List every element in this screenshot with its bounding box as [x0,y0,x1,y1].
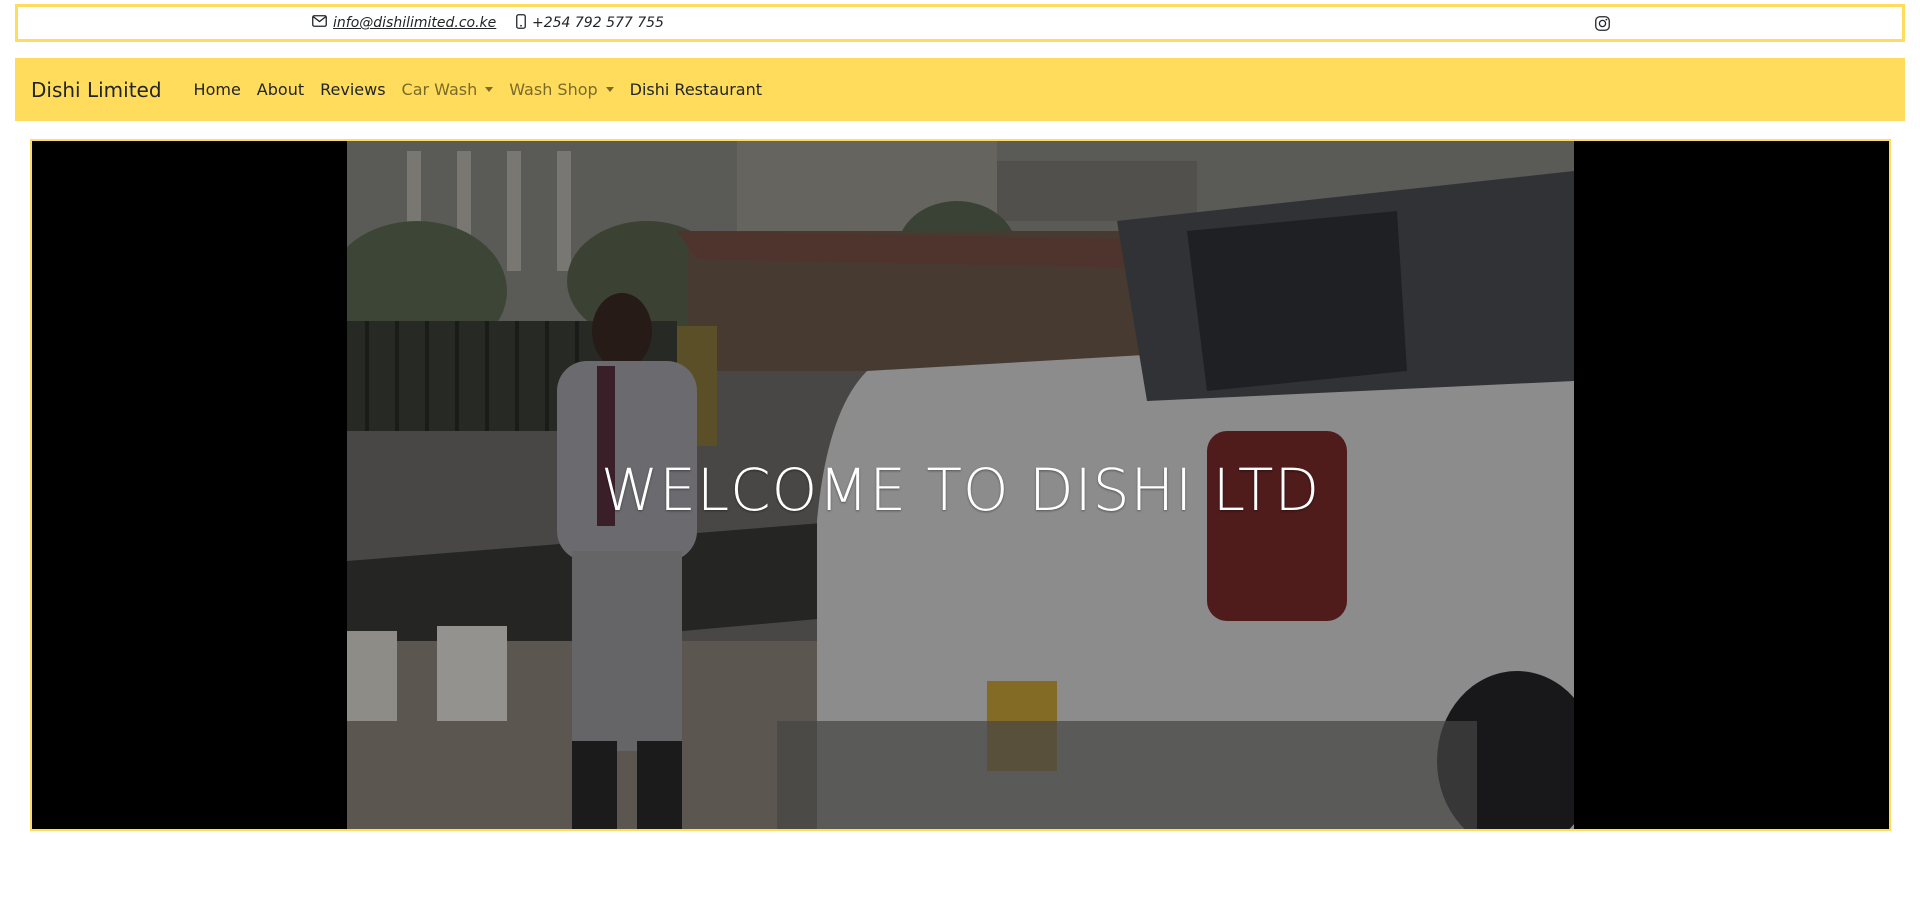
chevron-down-icon [485,87,494,92]
chevron-down-icon [605,87,614,92]
envelope-icon [312,15,327,31]
nav-wash-shop-dropdown[interactable]: Wash Shop [501,80,621,99]
instagram-icon[interactable] [1595,7,1610,39]
nav-reviews[interactable]: Reviews [312,80,393,99]
phone-icon [516,13,526,33]
nav-car-wash-label: Car Wash [401,80,478,99]
email-contact: info@dishilimited.co.ke [312,7,496,39]
nav-dishi-restaurant[interactable]: Dishi Restaurant [622,80,770,99]
nav-wash-shop-label: Wash Shop [509,80,598,99]
top-contact-bar: info@dishilimited.co.ke +254 792 577 755 [15,4,1905,42]
hero-title: WELCOME TO DISHI LTD [600,456,1321,524]
nav-home[interactable]: Home [186,80,249,99]
brand-logo[interactable]: Dishi Limited [31,78,162,102]
email-link[interactable]: info@dishilimited.co.ke [333,15,496,31]
phone-contact: +254 792 577 755 [516,7,664,39]
hero-banner: WELCOME TO DISHI LTD [30,139,1891,831]
nav-car-wash-dropdown[interactable]: Car Wash [394,80,502,99]
phone-number[interactable]: +254 792 577 755 [532,15,664,31]
main-navbar: Dishi Limited Home About Reviews Car Was… [15,58,1905,121]
nav-about[interactable]: About [249,80,312,99]
